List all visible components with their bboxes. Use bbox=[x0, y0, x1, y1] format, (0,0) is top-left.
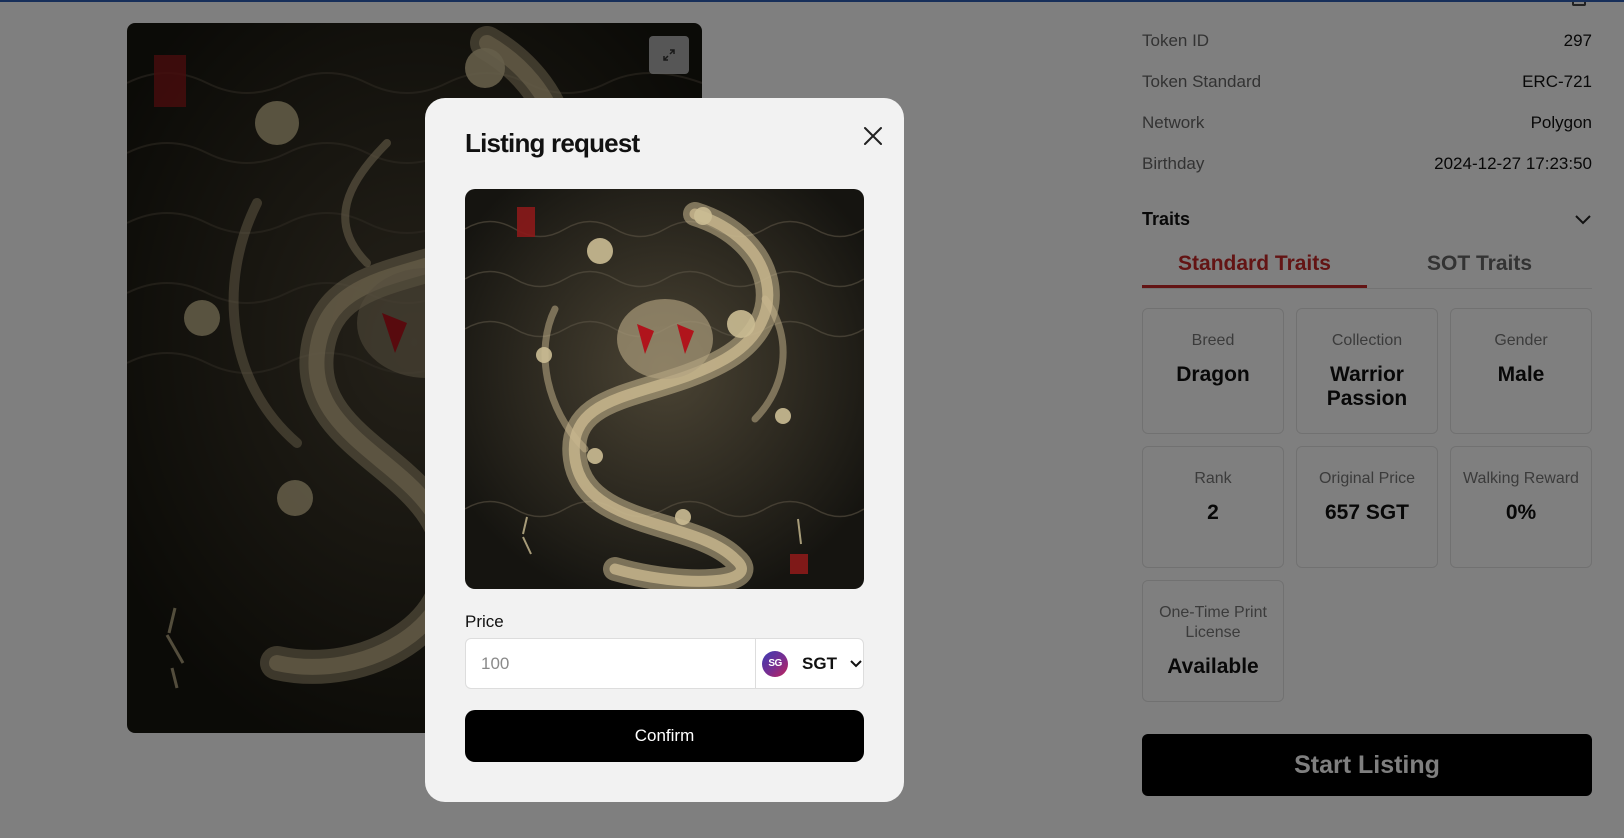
sgt-coin-icon: SG bbox=[762, 650, 789, 677]
listing-request-modal: Listing request Price 100 SG SGT Confirm bbox=[425, 98, 904, 802]
modal-title: Listing request bbox=[465, 128, 640, 158]
close-icon bbox=[864, 127, 882, 145]
close-button[interactable] bbox=[858, 121, 888, 151]
confirm-button[interactable]: Confirm bbox=[465, 710, 864, 762]
price-label: Price bbox=[465, 612, 504, 631]
currency-select[interactable]: SG SGT bbox=[755, 639, 863, 688]
price-field: SG SGT bbox=[465, 638, 864, 689]
price-input[interactable] bbox=[466, 639, 756, 688]
currency-code: SGT bbox=[802, 653, 837, 673]
nft-preview-image bbox=[465, 189, 864, 589]
dragon-preview-image bbox=[465, 189, 864, 589]
chevron-down-icon bbox=[849, 659, 863, 669]
